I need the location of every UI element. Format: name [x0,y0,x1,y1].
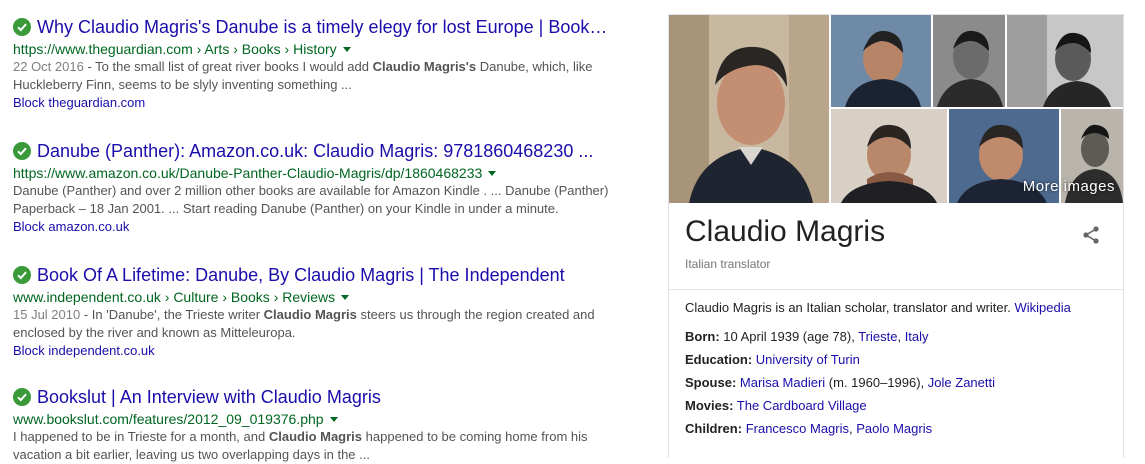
entity-description: Claudio Magris is an Italian scholar, tr… [685,299,1115,317]
image-strip[interactable]: More images [669,15,1123,203]
snippet-bold: Claudio Magris's [372,59,477,74]
result-snippet: I happened to be in Trieste for a month,… [13,428,613,464]
result-url: www.bookslut.com/features/2012_09_019376… [13,411,324,427]
spouse-link[interactable]: Jole Zanetti [928,375,995,390]
result-snippet: Danube (Panther) and over 2 million othe… [13,182,613,218]
divider [669,289,1123,290]
fact-label: Education: [685,352,753,367]
wikipedia-link[interactable]: Wikipedia [1015,300,1071,315]
dropdown-caret-icon[interactable] [341,294,350,300]
search-result: Danube (Panther): Amazon.co.uk: Claudio … [13,138,613,236]
spouse-link[interactable]: Marisa Madieri [740,375,825,390]
entity-facts: Claudio Magris is an Italian scholar, tr… [685,299,1115,440]
snippet-text: Danube (Panther) and over 2 million othe… [13,183,609,216]
fact-children: Children: Francesco Magris, Paolo Magris [685,417,1115,440]
description-text: Claudio Magris is an Italian scholar, tr… [685,300,1011,315]
dropdown-caret-icon[interactable] [488,170,497,176]
result-title-link[interactable]: Book Of A Lifetime: Danube, By Claudio M… [37,265,565,286]
block-site-link[interactable]: Block theguardian.com [13,94,613,112]
movie-link[interactable]: The Cardboard Village [737,398,867,413]
education-link[interactable]: University of Turin [756,352,860,367]
fact-education: Education: University of Turin [685,348,1115,371]
child-link[interactable]: Paolo Magris [856,421,932,436]
search-result: Bookslut | An Interview with Claudio Mag… [13,384,613,464]
result-date: 22 Oct 2016 [13,59,84,74]
result-title-row: Danube (Panther): Amazon.co.uk: Claudio … [13,138,613,164]
snippet-bold: Claudio Magris [263,307,357,322]
entity-header: Claudio Magris Italian translator [685,213,1105,271]
verified-check-icon [13,266,31,284]
fact-label: Born: [685,329,720,344]
result-title-link[interactable]: Why Claudio Magris's Danube is a timely … [37,17,607,38]
knowledge-panel: More images Claudio Magris Italian trans… [668,14,1124,458]
result-title-row: Why Claudio Magris's Danube is a timely … [13,14,613,40]
entity-subtitle: Italian translator [685,257,771,271]
verified-check-icon [13,388,31,406]
fact-born: Born: 10 April 1939 (age 78), Trieste, I… [685,325,1115,348]
snippet-bold: Claudio Magris [268,429,363,444]
snippet-text: I happened to be in Trieste for a month,… [13,429,269,444]
birthplace-link[interactable]: Trieste [858,329,897,344]
fact-value: 10 April 1939 (age 78), [719,329,859,344]
fact-spouse: Spouse: Marisa Madieri (m. 1960–1996), J… [685,371,1115,394]
snippet-text: - To the small list of great river books… [83,59,373,74]
result-url: www.independent.co.uk › Culture › Books … [13,289,336,305]
fact-label: Movies: [685,398,734,413]
child-link[interactable]: Francesco Magris [746,421,849,436]
country-link[interactable]: Italy [905,329,929,344]
result-url-row: https://www.theguardian.com › Arts › Boo… [13,40,613,58]
result-snippet: 15 Jul 2010 - In 'Danube', the Trieste w… [13,306,613,342]
dropdown-caret-icon[interactable] [342,46,351,52]
portrait-image[interactable] [669,15,829,203]
result-url-row: www.bookslut.com/features/2012_09_019376… [13,410,613,428]
search-result: Why Claudio Magris's Danube is a timely … [13,14,613,112]
thumbnail-image[interactable] [831,15,931,107]
thumbnail-image[interactable] [1007,15,1123,107]
snippet-text: - In 'Danube', the Trieste writer [80,307,264,322]
search-result: Book Of A Lifetime: Danube, By Claudio M… [13,262,613,360]
block-site-link[interactable]: Block independent.co.uk [13,342,613,360]
result-title-link[interactable]: Danube (Panther): Amazon.co.uk: Claudio … [37,141,593,162]
share-icon[interactable] [1081,225,1101,245]
result-title-link[interactable]: Bookslut | An Interview with Claudio Mag… [37,387,381,408]
fact-label: Children: [685,421,743,436]
verified-check-icon [13,18,31,36]
thumbnail-image[interactable] [933,15,1005,107]
verified-check-icon [13,142,31,160]
result-url: https://www.theguardian.com › Arts › Boo… [13,41,337,57]
result-url: https://www.amazon.co.uk/Danube-Panther-… [13,165,483,181]
result-title-row: Bookslut | An Interview with Claudio Mag… [13,384,613,410]
result-url-row: www.independent.co.uk › Culture › Books … [13,288,613,306]
entity-name: Claudio Magris [685,215,886,248]
result-date: 15 Jul 2010 [13,307,81,322]
result-snippet: 22 Oct 2016 - To the small list of great… [13,58,613,94]
fact-movies: Movies: The Cardboard Village [685,394,1115,417]
dropdown-caret-icon[interactable] [329,416,338,422]
more-images-link[interactable]: More images [1023,178,1115,195]
thumbnail-image[interactable] [831,109,947,203]
block-site-link[interactable]: Block amazon.co.uk [13,218,613,236]
result-url-row: https://www.amazon.co.uk/Danube-Panther-… [13,164,613,182]
result-title-row: Book Of A Lifetime: Danube, By Claudio M… [13,262,613,288]
fact-value: (m. 1960–1996), [825,375,928,390]
separator: , [897,329,905,344]
fact-label: Spouse: [685,375,737,390]
